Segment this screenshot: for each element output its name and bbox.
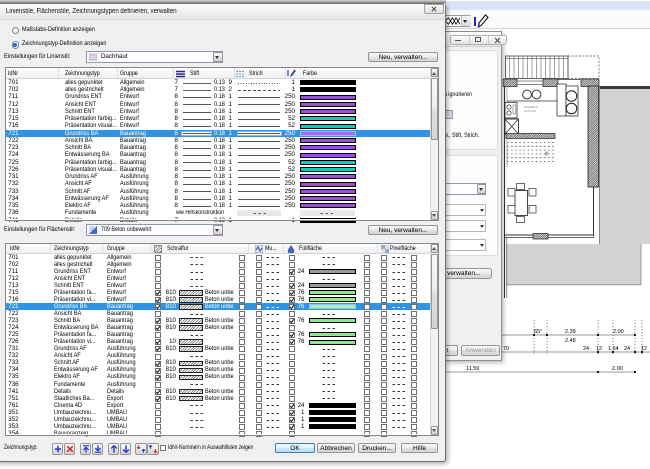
svg-text:11.59: 11.59 bbox=[466, 366, 479, 372]
svg-text:24: 24 bbox=[583, 346, 589, 352]
svg-text:12: 12 bbox=[596, 346, 602, 352]
svg-text:12: 12 bbox=[641, 346, 647, 352]
svg-text:24: 24 bbox=[624, 346, 630, 352]
svg-text:2.48: 2.48 bbox=[565, 338, 576, 344]
svg-text:2.00: 2.00 bbox=[612, 366, 623, 372]
svg-text:70: 70 bbox=[503, 346, 509, 352]
svg-text:ϕ: ϕ bbox=[545, 151, 548, 157]
svg-text:2.39: 2.39 bbox=[565, 329, 576, 335]
svg-text:2.00: 2.00 bbox=[613, 329, 624, 335]
svg-text:1.64: 1.64 bbox=[608, 346, 619, 352]
svg-text:65°: 65° bbox=[534, 329, 542, 335]
svg-text:13.5 A M: 13.5 A M bbox=[524, 109, 536, 113]
